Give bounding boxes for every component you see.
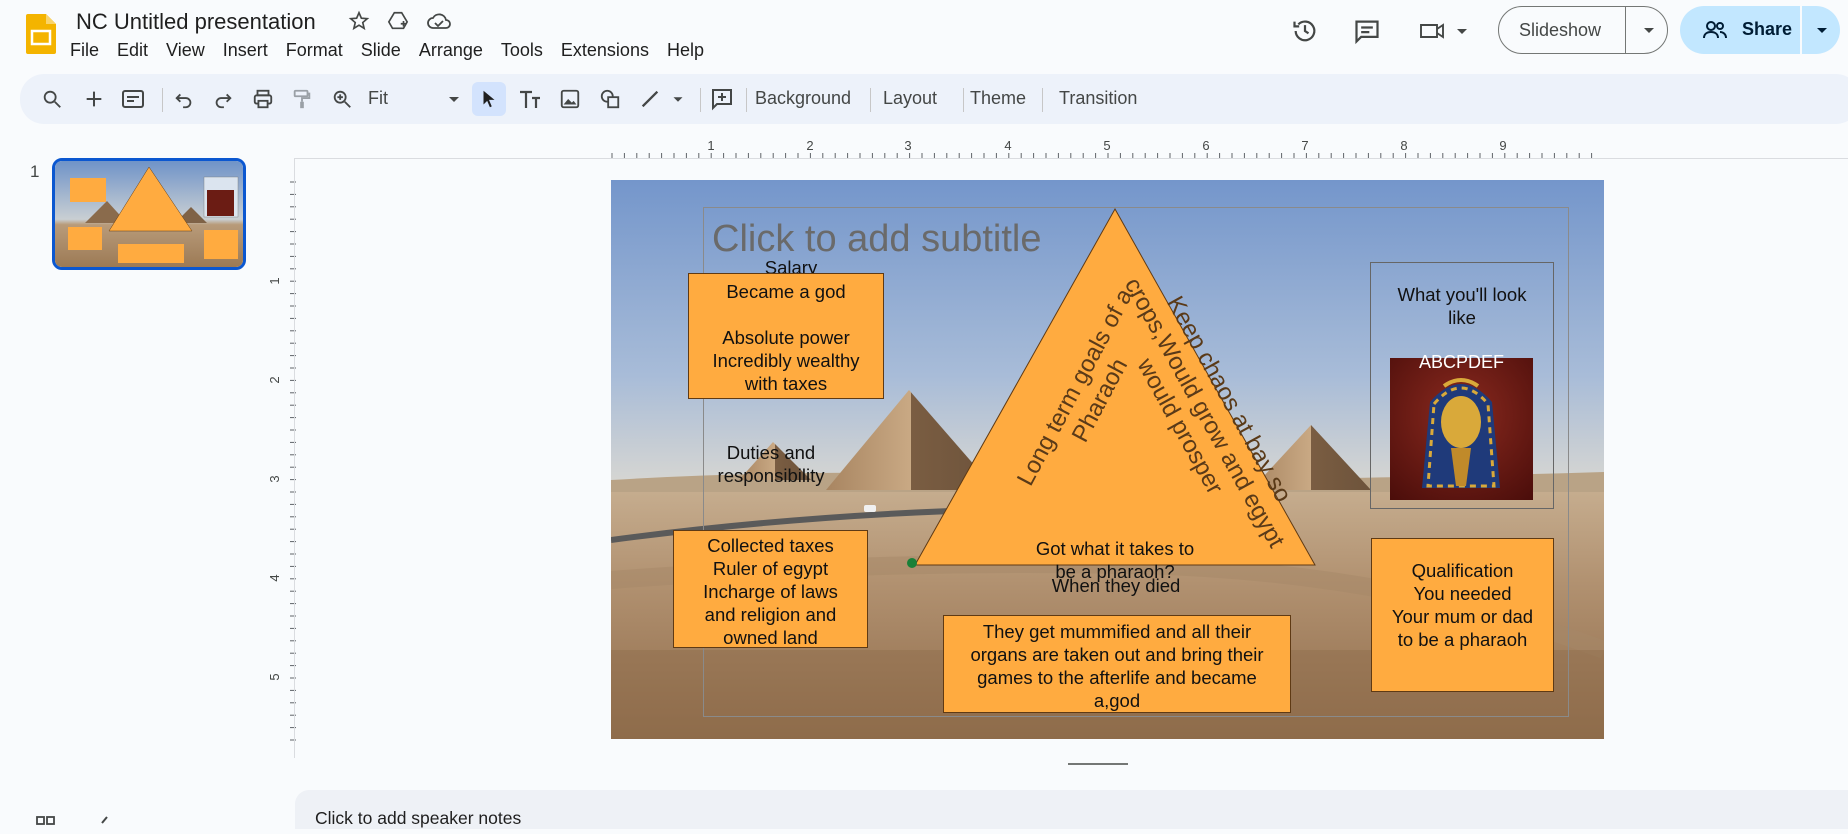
menu-slide[interactable]: Slide [361,38,401,63]
background-button[interactable]: Background [755,88,851,109]
slide-number: 1 [30,162,40,181]
print-icon[interactable] [249,85,277,113]
pharaoh-mask-image[interactable] [1390,358,1533,500]
document-title[interactable]: NC Untitled presentation [76,9,316,35]
new-slide-icon[interactable] [80,85,108,113]
toolbar-divider [162,88,163,112]
toolbar: Fit Background Layout Theme Transition [20,74,1848,124]
ruler-h-mark: 5 [1103,140,1110,153]
ruler-h-mark: 8 [1400,140,1407,153]
slideshow-options-chevron-down-icon[interactable] [1635,15,1663,45]
slide-thumbnail-preview [55,161,243,267]
ruler-v-mark: 2 [270,376,282,383]
slideshow-divider [1625,7,1626,53]
theme-button[interactable]: Theme [970,88,1026,109]
shape-icon[interactable] [596,85,624,113]
share-options-chevron-down-icon[interactable] [1808,16,1836,49]
toolbar-divider [963,88,964,112]
comment-add-icon[interactable] [708,85,736,113]
speaker-notes-placeholder[interactable]: Click to add speaker notes [315,808,521,829]
speaker-notes[interactable]: Click to add speaker notes [295,790,1848,829]
transition-button[interactable]: Transition [1059,88,1137,109]
pharaoh-mask-icon [1422,378,1500,488]
canvas-border [294,158,295,758]
duties-heading[interactable]: Duties and responsibility [701,441,841,487]
slide-canvas[interactable]: Click to add subtitle Salary Became a go… [611,180,1604,739]
text-box-icon[interactable] [516,85,544,113]
menu-format[interactable]: Format [286,38,343,63]
slideshow-button[interactable]: Slideshow [1498,6,1668,54]
slide-layout-icon[interactable] [119,85,147,113]
toolbar-divider [746,88,747,112]
toolbar-divider [700,88,701,112]
duties-box[interactable]: Collected taxes Ruler of egypt Incharge … [673,530,868,648]
zoom-chevron-down-icon[interactable] [440,85,468,113]
grid-view-icon[interactable] [36,816,56,834]
qualification-box[interactable]: Qualification You needed Your mum or dad… [1371,538,1554,692]
salary-box[interactable]: Became a god Absolute power Incredibly w… [688,273,884,399]
version-history-icon[interactable] [1290,16,1320,46]
share-divider [1800,6,1802,54]
image-caption: ABCPDEF [1418,352,1505,372]
line-chevron-down-icon[interactable] [664,85,692,113]
slide-thumbnail[interactable] [52,158,246,270]
image-icon[interactable] [556,85,584,113]
menu-file[interactable]: File [70,38,99,63]
ruler-h-mark: 4 [1004,140,1011,153]
share-people-icon [1702,18,1728,47]
horizontal-ruler[interactable]: 1 2 3 4 5 6 7 8 9 [294,140,1848,158]
menu-help[interactable]: Help [667,38,704,63]
ruler-h-mark: 7 [1301,140,1308,153]
ruler-v-mark: 4 [270,574,282,581]
search-menus-icon[interactable] [38,85,66,113]
select-icon[interactable] [472,82,506,116]
zoom-icon[interactable] [328,85,356,113]
ruler-h-mark: 6 [1202,140,1209,153]
share-label: Share [1742,19,1793,39]
notes-resize-handle[interactable] [1068,763,1128,765]
line-icon[interactable] [636,85,664,113]
death-box[interactable]: They get mummified and all their organs … [943,615,1291,713]
vertical-ruler[interactable]: 1 2 3 4 5 [270,180,296,760]
ruler-v-mark: 3 [270,475,282,482]
ruler-h-mark: 3 [904,140,911,153]
death-heading[interactable]: When they died [1021,574,1211,597]
cloud-saved-icon[interactable] [426,8,452,34]
comments-icon[interactable] [1352,16,1382,46]
meet-camera-icon[interactable] [1418,16,1472,46]
undo-icon[interactable] [170,85,198,113]
menu-insert[interactable]: Insert [223,38,268,63]
layout-button[interactable]: Layout [883,88,937,109]
slides-logo-icon[interactable] [26,14,56,54]
canvas-border [294,158,1848,159]
look-like-heading[interactable]: What you'll look like [1370,283,1554,329]
menu-view[interactable]: View [166,38,205,63]
menu-bar: File Edit View Insert Format Slide Arran… [70,38,722,63]
share-button[interactable]: Share [1680,6,1840,54]
move-to-drive-icon[interactable] [385,8,411,34]
redo-icon[interactable] [209,85,237,113]
shape-handle[interactable] [907,558,917,568]
slideshow-label: Slideshow [1519,20,1602,40]
ruler-v-mark: 1 [270,277,282,284]
ruler-v-mark: 5 [270,673,282,680]
star-icon[interactable] [346,8,372,34]
menu-tools[interactable]: Tools [501,38,543,63]
zoom-select[interactable]: Fit [368,88,388,109]
toolbar-divider [1042,88,1043,112]
menu-edit[interactable]: Edit [117,38,148,63]
toolbar-divider [870,88,871,112]
ruler-h-mark: 9 [1499,140,1506,153]
menu-arrange[interactable]: Arrange [419,38,483,63]
collapse-filmstrip-chevron-left-icon[interactable] [98,816,112,834]
ruler-h-mark: 1 [707,140,714,153]
ruler-h-mark: 2 [806,140,813,153]
menu-extensions[interactable]: Extensions [561,38,649,63]
paint-format-icon[interactable] [288,85,316,113]
